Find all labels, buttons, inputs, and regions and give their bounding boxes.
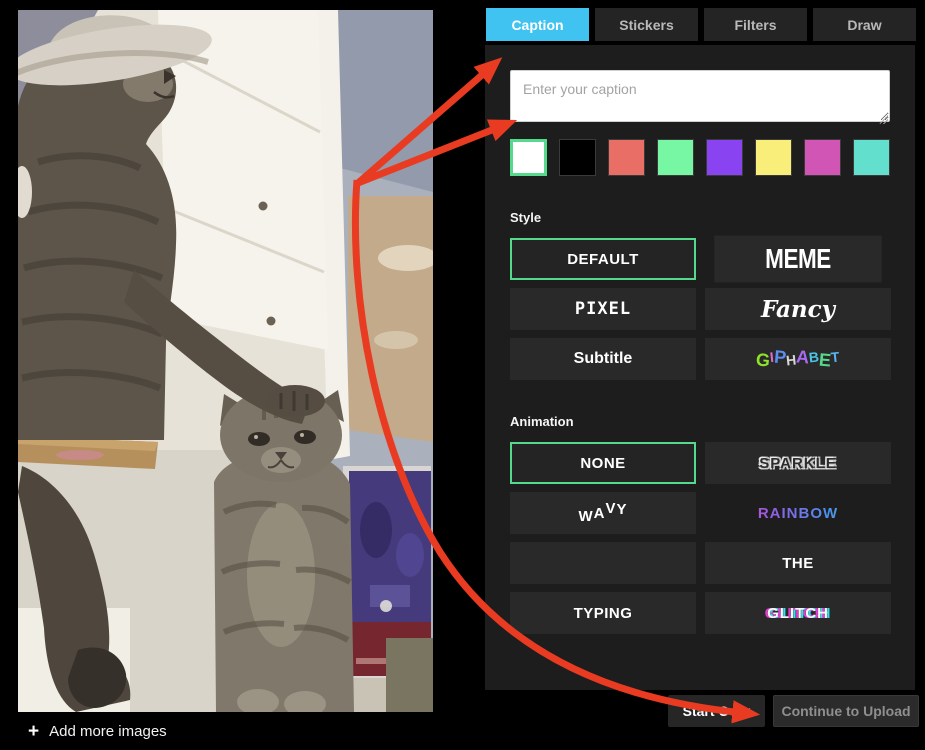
caption-panel: Style DEFAULT MEME PIXEL Fancy Subtitle … xyxy=(485,45,915,690)
animation-option-none[interactable]: NONE xyxy=(510,442,696,484)
color-swatch-yellow[interactable] xyxy=(755,139,792,176)
style-option-meme[interactable]: MEME xyxy=(714,235,881,282)
tab-caption[interactable]: Caption xyxy=(486,8,589,41)
start-over-button[interactable]: Start Over xyxy=(668,695,765,727)
gif-editor-app: + Add more images Caption Stickers Filte… xyxy=(0,0,925,750)
caption-input[interactable] xyxy=(510,70,890,122)
style-option-giphabet[interactable]: GIPHABET xyxy=(705,338,891,380)
color-swatch-teal[interactable] xyxy=(853,139,890,176)
animation-options-grid: NONE SPARKLE WAVY RAINBOW THE TYPING GLI… xyxy=(510,442,890,634)
animation-option-sparkle[interactable]: SPARKLE xyxy=(705,442,891,484)
style-option-pixel[interactable]: PIXEL xyxy=(510,288,696,330)
color-swatch-green[interactable] xyxy=(657,139,694,176)
color-swatch-purple[interactable] xyxy=(706,139,743,176)
color-swatch-white[interactable] xyxy=(510,139,547,176)
editor-tabbar: Caption Stickers Filters Draw xyxy=(486,8,916,41)
sitting-cat xyxy=(214,388,354,712)
tab-filters[interactable]: Filters xyxy=(704,8,807,41)
style-options-grid: DEFAULT MEME PIXEL Fancy Subtitle GIPHAB… xyxy=(510,238,890,380)
animation-section-label: Animation xyxy=(510,414,890,429)
continue-to-upload-button[interactable]: Continue to Upload xyxy=(773,695,919,727)
style-option-fancy[interactable]: Fancy xyxy=(705,288,891,330)
color-swatch-magenta[interactable] xyxy=(804,139,841,176)
caption-color-swatches xyxy=(510,139,890,176)
animation-option-wavy[interactable]: WAVY xyxy=(510,492,696,534)
tab-draw[interactable]: Draw xyxy=(813,8,916,41)
plus-icon: + xyxy=(28,722,39,741)
style-option-default[interactable]: DEFAULT xyxy=(510,238,696,280)
animation-option-glitch[interactable]: GLITCH xyxy=(705,592,891,634)
add-more-images-button[interactable]: + Add more images xyxy=(28,722,167,741)
animation-option-typing[interactable]: TYPING xyxy=(510,592,696,634)
animation-option-rainbow[interactable]: RAINBOW xyxy=(705,492,891,534)
gif-preview xyxy=(18,10,433,712)
animation-option-fade[interactable] xyxy=(510,542,696,584)
cats-gif-artwork xyxy=(18,10,433,712)
style-option-subtitle[interactable]: Subtitle xyxy=(510,338,696,380)
caption-input-wrap xyxy=(510,70,890,127)
tab-stickers[interactable]: Stickers xyxy=(595,8,698,41)
color-swatch-red[interactable] xyxy=(608,139,645,176)
add-more-images-label: Add more images xyxy=(49,723,167,740)
style-section-label: Style xyxy=(510,210,890,225)
color-swatch-black[interactable] xyxy=(559,139,596,176)
animation-option-the-end[interactable]: THE xyxy=(705,542,891,584)
